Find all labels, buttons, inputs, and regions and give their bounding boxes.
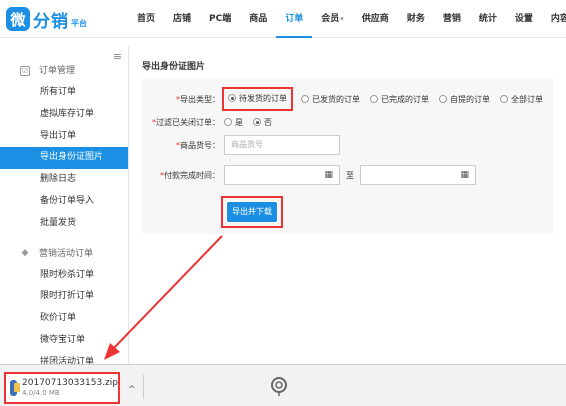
radio-icon xyxy=(500,95,508,103)
product-code-label: 商品货号： xyxy=(180,140,220,150)
sidebar-group-label: 营销活动订单 xyxy=(39,248,94,259)
radio-filter-yes[interactable]: 是 xyxy=(224,117,243,128)
sidebar-item-backup-import[interactable]: 备份订单导入 xyxy=(0,191,128,213)
calendar-icon[interactable]: ▦ xyxy=(324,170,333,180)
brand-name: 分销 xyxy=(33,11,69,32)
export-type-label: 导出类型： xyxy=(180,94,220,104)
radio-icon xyxy=(228,94,236,103)
nav-marketing[interactable]: 营销 xyxy=(434,0,470,38)
export-type-row: *导出类型： 待发货的订单 已发货的订单 已完成的订单 自提的订单 全部订单 xyxy=(142,86,553,112)
menu-toggle-icon[interactable]: ≡ xyxy=(113,50,122,63)
sidebar-item-export-orders[interactable]: 导出订单 xyxy=(0,126,128,148)
radio-icon xyxy=(439,95,447,103)
radio-all-orders[interactable]: 全部订单 xyxy=(500,94,543,105)
divider xyxy=(143,375,144,399)
sidebar-item-bargain-orders[interactable]: 砍价订单 xyxy=(0,308,128,330)
date-range-separator: 至 xyxy=(346,170,354,180)
chevron-up-icon[interactable]: ^ xyxy=(128,385,136,395)
export-panel: 导出身份证图片 *导出类型： 待发货的订单 已发货的订单 已完成的订单 自提的订… xyxy=(142,56,553,234)
filter-closed-label: 过滤已关闭订单： xyxy=(156,117,220,127)
download-item[interactable]: 20170713033153.zip 4.0/4.0 MB xyxy=(4,372,120,404)
nav-pc[interactable]: PC端 xyxy=(200,0,240,38)
chevron-down-icon: ▾ xyxy=(340,15,344,23)
sidebar-item-discount-orders[interactable]: 限时打折订单 xyxy=(0,286,128,308)
sidebar-item-export-id-images[interactable]: 导出身份证图片 xyxy=(0,147,128,170)
tag-icon: ◆ xyxy=(21,247,29,258)
sidebar-item-delete-log[interactable]: 删除日志 xyxy=(0,169,128,191)
sidebar-item-treasure-orders[interactable]: 微夺宝订单 xyxy=(0,330,128,352)
top-navbar: 微 分销 平台 首页 店铺 PC端 商品 订单 会员▾ 供应商 财务 营销 统计… xyxy=(0,0,566,38)
nav-products[interactable]: 商品 xyxy=(240,0,276,38)
radio-pending-orders[interactable]: 待发货的订单 xyxy=(228,93,287,104)
sidebar-item-batch-ship[interactable]: 批量发货 xyxy=(0,213,128,235)
page-title: 导出身份证图片 xyxy=(142,56,553,78)
sidebar-group-label: 订单管理 xyxy=(39,66,76,76)
paid-time-start-input[interactable]: ▦ xyxy=(224,165,340,185)
nav-stats[interactable]: 统计 xyxy=(470,0,506,38)
brand-sub: 平台 xyxy=(71,18,87,28)
main-nav: 首页 店铺 PC端 商品 订单 会员▾ 供应商 财务 营销 统计 设置 内容电商 xyxy=(128,0,566,38)
radio-pickup-orders[interactable]: 自提的订单 xyxy=(439,94,490,105)
sidebar-item-flash-sale-orders[interactable]: 限时秒杀订单 xyxy=(0,265,128,287)
radio-icon xyxy=(301,95,309,103)
sidebar: ≡ ☑ 订单管理 所有订单 虚拟库存订单 导出订单 导出身份证图片 删除日志 备… xyxy=(0,46,129,364)
nav-orders[interactable]: 订单 xyxy=(276,0,313,38)
sidebar-item-virtual-stock-orders[interactable]: 虚拟库存订单 xyxy=(0,104,128,126)
nav-content-ecommerce[interactable]: 内容电商 xyxy=(542,0,566,38)
nav-shop[interactable]: 店铺 xyxy=(164,0,200,38)
nav-finance[interactable]: 财务 xyxy=(398,0,434,38)
download-size: 4.0/4.0 MB xyxy=(22,389,60,397)
sidebar-group-orders: ☑ 订单管理 xyxy=(0,60,128,82)
loading-spinner-icon xyxy=(271,377,287,396)
radio-icon xyxy=(224,118,232,126)
product-code-row: *商品货号： 商品货号 xyxy=(142,134,553,156)
calendar-icon[interactable]: ▦ xyxy=(460,170,469,180)
export-download-button[interactable]: 导出并下载 xyxy=(227,202,277,222)
filter-closed-row: *过滤已关闭订单： 是 否 xyxy=(152,117,272,128)
nav-members[interactable]: 会员▾ xyxy=(312,0,353,38)
paid-time-row: *付款完成时间： ▦ 至 ▦ xyxy=(142,164,553,186)
highlight-box: 导出并下载 xyxy=(221,196,283,228)
nav-home[interactable]: 首页 xyxy=(128,0,164,38)
nav-settings[interactable]: 设置 xyxy=(506,0,542,38)
sidebar-item-all-orders[interactable]: 所有订单 xyxy=(0,82,128,104)
brand-mark: 微 xyxy=(6,7,30,31)
paid-time-end-input[interactable]: ▦ xyxy=(360,165,476,185)
zip-file-icon xyxy=(10,380,21,396)
brand-logo[interactable]: 微 分销 平台 xyxy=(6,6,87,32)
radio-icon xyxy=(253,118,261,126)
checkbox-icon: ☑ xyxy=(20,66,30,76)
nav-suppliers[interactable]: 供应商 xyxy=(353,0,398,38)
paid-time-label: 付款完成时间： xyxy=(164,170,220,180)
radio-icon xyxy=(370,95,378,103)
download-bar: 20170713033153.zip 4.0/4.0 MB ^ xyxy=(0,364,566,406)
radio-filter-no[interactable]: 否 xyxy=(253,117,272,128)
highlight-box: 待发货的订单 xyxy=(222,86,293,112)
sidebar-group-marketing-orders: ◆ 营销活动订单 xyxy=(0,243,128,265)
radio-completed-orders[interactable]: 已完成的订单 xyxy=(370,94,429,105)
download-filename: 20170713033153.zip xyxy=(22,378,118,388)
product-code-input[interactable]: 商品货号 xyxy=(224,135,340,155)
radio-shipped-orders[interactable]: 已发货的订单 xyxy=(301,94,360,105)
sidebar-item-group-buy-orders[interactable]: 拼团活动订单 xyxy=(0,352,128,364)
